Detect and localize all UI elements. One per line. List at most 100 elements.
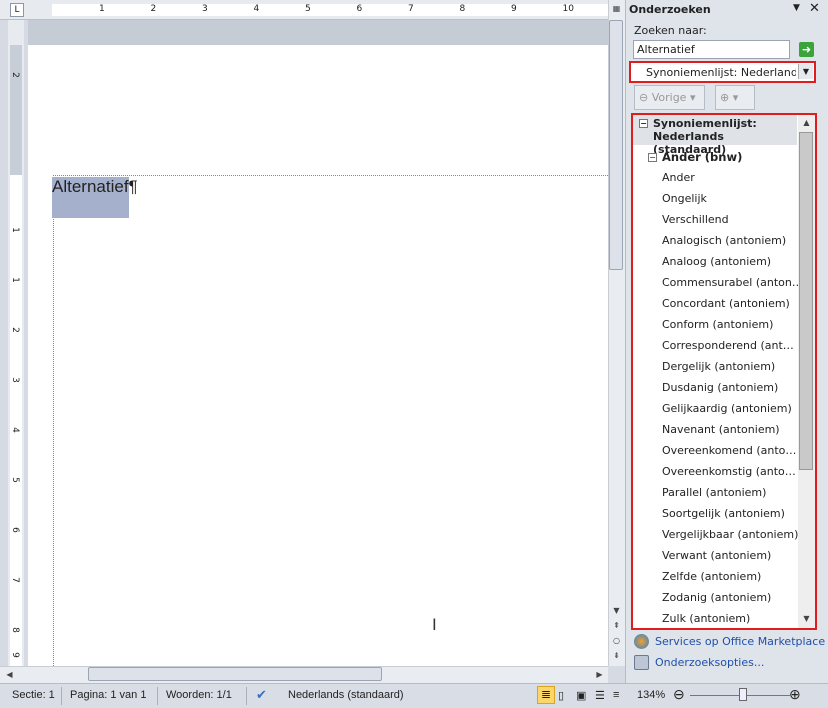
vertical-scroll-thumb[interactable] (609, 20, 623, 270)
result-item[interactable]: Corresponderend (ant… (662, 339, 794, 352)
search-input[interactable]: Alternatief (633, 40, 790, 59)
full-screen-reading-icon[interactable]: ▯ (558, 689, 564, 702)
page-status[interactable]: Pagina: 1 van 1 (70, 689, 146, 701)
result-item[interactable]: Ander (662, 171, 695, 184)
back-arrow-icon: ⊖ (639, 91, 649, 104)
pane-menu-icon[interactable]: ▼ (793, 3, 800, 13)
result-item[interactable]: Overeenkomend (anto… (662, 444, 796, 457)
result-item[interactable]: Navenant (antoniem) (662, 423, 780, 436)
draft-icon[interactable]: ≡ (613, 689, 619, 701)
result-item[interactable]: Analogisch (antoniem) (662, 234, 786, 247)
ruler-toggle-icon[interactable]: ▦ (609, 2, 624, 16)
status-bar: Sectie: 1 Pagina: 1 van 1 Woorden: 1/1 ✔… (0, 683, 828, 708)
ruler-label: 9 (511, 4, 517, 14)
ruler-label: 4 (253, 4, 260, 14)
browse-object-button[interactable]: ○ (609, 634, 624, 648)
ruler-label: 8 (459, 4, 466, 14)
scroll-up-button[interactable]: ▲ (799, 116, 814, 130)
ruler-label: 1 (99, 4, 105, 14)
results-header[interactable]: − Synoniemenlijst: Nederlands (standaard) (633, 115, 797, 156)
ruler-label: 5 (305, 4, 311, 14)
section-status[interactable]: Sectie: 1 (12, 689, 55, 701)
close-icon[interactable]: ✕ (809, 1, 820, 16)
zoom-in-button[interactable]: ⊕ (789, 686, 801, 703)
zoom-level[interactable]: 134% (637, 689, 665, 701)
ruler-label: 1 (9, 277, 20, 283)
result-item[interactable]: Ongelijk (662, 192, 707, 205)
result-item[interactable]: Analoog (antoniem) (662, 255, 771, 268)
ruler-label: 6 (356, 4, 363, 14)
ruler-label: 4 (9, 427, 20, 433)
ruler-label: 8 (9, 627, 20, 633)
search-label: Zoeken naar: (634, 24, 707, 37)
result-item[interactable]: Dergelijk (antoniem) (662, 360, 775, 373)
result-item[interactable]: Concordant (antoniem) (662, 297, 790, 310)
ruler-label: 5 (9, 477, 20, 483)
forward-button[interactable]: ⊕ ▾ (715, 85, 755, 110)
results-scroll-thumb[interactable] (799, 132, 813, 470)
tab-selector[interactable]: L (10, 3, 24, 17)
back-button[interactable]: ⊖ Vorige ▾ (634, 85, 705, 110)
zoom-slider-thumb[interactable] (739, 688, 747, 701)
scroll-left-button[interactable]: ◀ (2, 668, 17, 682)
ruler-label: 2 (9, 72, 20, 78)
language-status[interactable]: Nederlands (standaard) (288, 689, 404, 701)
ruler-label: 7 (9, 577, 20, 583)
scroll-right-button[interactable]: ▶ (592, 668, 607, 682)
result-item[interactable]: Verwant (antoniem) (662, 549, 771, 562)
scroll-down-button[interactable]: ▼ (609, 604, 624, 618)
ruler-label: 10 (562, 4, 574, 14)
horizontal-scroll-thumb[interactable] (88, 667, 382, 681)
document-page[interactable] (28, 45, 608, 666)
next-page-button[interactable]: ⇟ (609, 649, 624, 663)
document-text[interactable]: Alternatief¶ (52, 176, 138, 218)
result-item[interactable]: Dusdanig (antoniem) (662, 381, 778, 394)
result-item[interactable]: Vergelijkbaar (antoniem) (662, 528, 798, 541)
scroll-down-button[interactable]: ▼ (799, 612, 814, 626)
proofing-icon[interactable]: ✔ (256, 687, 267, 703)
print-layout-icon[interactable]: ≣ (537, 686, 555, 704)
text-cursor-icon: I (432, 615, 437, 634)
margin-guide (53, 175, 54, 666)
result-item[interactable]: Zulk (antoniem) (662, 612, 750, 625)
web-layout-icon[interactable]: ▣ (576, 689, 586, 702)
forward-arrow-icon: ⊕ (720, 91, 730, 104)
result-item[interactable]: Gelijkaardig (antoniem) (662, 402, 792, 415)
result-item[interactable]: Soortgelijk (antoniem) (662, 507, 785, 520)
horizontal-ruler[interactable]: 1 2 3 4 5 6 7 8 9 10 (0, 0, 608, 20)
search-go-icon[interactable]: ➜ (799, 42, 814, 57)
previous-page-button[interactable]: ⇞ (609, 619, 624, 633)
research-options-icon (634, 655, 649, 670)
ruler-label: 7 (408, 4, 414, 14)
outline-icon[interactable]: ☰ (595, 689, 605, 702)
selected-word: Alternatief (52, 177, 129, 218)
results-list[interactable]: − Synoniemenlijst: Nederlands (standaard)… (631, 113, 817, 630)
collapse-icon[interactable]: − (648, 153, 657, 162)
ruler-label: 1 (9, 227, 20, 233)
word-count[interactable]: Woorden: 1/1 (166, 689, 232, 701)
result-item[interactable]: Zodanig (antoniem) (662, 591, 771, 604)
result-item[interactable]: Zelfde (antoniem) (662, 570, 761, 583)
chevron-down-icon[interactable]: ▼ (798, 64, 813, 79)
zoom-out-button[interactable]: ⊖ (673, 686, 685, 703)
pilcrow: ¶ (128, 177, 138, 196)
ruler-label: 2 (9, 327, 20, 333)
back-label: Vorige (651, 91, 687, 104)
ruler-label: 3 (202, 4, 208, 14)
source-dropdown[interactable]: Synoniemenlijst: Nederlands (standaard)▼ (629, 61, 816, 83)
result-item[interactable]: Commensurabel (anton… (662, 276, 803, 289)
pane-title: Onderzoeken (629, 3, 711, 16)
result-item[interactable]: Overeenkomstig (anto… (662, 465, 796, 478)
ruler-label: 2 (150, 4, 157, 14)
result-item[interactable]: Parallel (antoniem) (662, 486, 766, 499)
result-item[interactable]: Verschillend (662, 213, 729, 226)
marketplace-icon (634, 634, 649, 649)
vertical-ruler[interactable]: 2 1 1 2 3 4 5 6 7 8 9 (8, 20, 24, 666)
ruler-label: 3 (9, 377, 20, 383)
result-item[interactable]: Conform (antoniem) (662, 318, 773, 331)
ruler-label: 6 (9, 527, 20, 533)
result-group[interactable]: Ander (bnw) (662, 150, 742, 164)
research-options-link[interactable]: Onderzoeksopties... (655, 656, 764, 669)
collapse-icon[interactable]: − (639, 119, 648, 128)
marketplace-link[interactable]: Services op Office Marketplace (655, 635, 825, 648)
